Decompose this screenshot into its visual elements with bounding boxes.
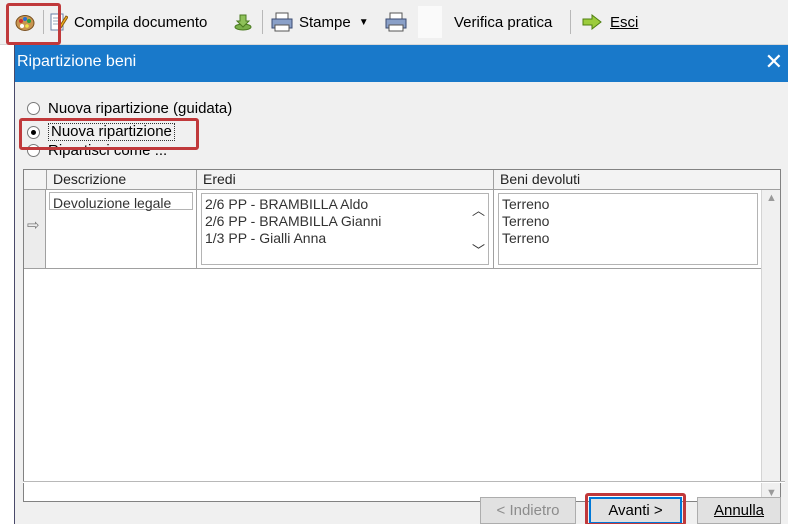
blank-icon-slot xyxy=(418,6,442,38)
ripartizione-grid[interactable]: Descrizione Eredi Beni devoluti ⇨ Devolu… xyxy=(23,169,781,502)
annulla-button[interactable]: Annulla xyxy=(697,497,781,524)
current-row-arrow-icon: ⇨ xyxy=(27,217,40,234)
arrow-right-icon xyxy=(582,14,602,30)
close-icon[interactable]: ✕ xyxy=(765,50,783,74)
compila-documento-label: Compila documento xyxy=(74,13,208,31)
eredi-listbox[interactable]: 2/6 PP - BRAMBILLA Aldo 2/6 PP - BRAMBIL… xyxy=(201,193,489,265)
compila-documento-button[interactable]: Compila documento xyxy=(50,9,207,35)
scroll-up-icon[interactable]: ▲ xyxy=(766,192,777,204)
erede-line: 1/3 PP - Gialli Anna xyxy=(205,230,327,246)
descrizione-field[interactable]: Devoluzione legale xyxy=(49,192,193,211)
descrizione-value: Devoluzione legale xyxy=(53,195,172,211)
toolbar-separator xyxy=(570,10,571,34)
radio-ripartisci-come[interactable]: Ripartisci come ... xyxy=(27,142,167,158)
row-selector[interactable]: ⇨ xyxy=(24,190,46,269)
dropdown-arrow-icon[interactable]: ▼ xyxy=(359,17,369,28)
chevron-down-icon[interactable]: ﹀ xyxy=(472,240,485,259)
radio-label: Nuova ripartizione xyxy=(48,123,175,141)
radio-button[interactable] xyxy=(27,102,40,115)
bene-line: Terreno xyxy=(502,213,550,229)
radio-nuova-ripartizione[interactable]: Nuova ripartizione xyxy=(27,123,175,141)
grid-header: Descrizione Eredi Beni devoluti xyxy=(24,170,780,190)
verifica-pratica-label: Verifica pratica xyxy=(454,13,553,31)
dialog-title: Ripartizione beni xyxy=(17,53,137,70)
esci-label: Esci xyxy=(610,13,639,31)
toolbar-separator xyxy=(43,10,44,34)
radio-nuova-guidata[interactable]: Nuova ripartizione (guidata) xyxy=(27,100,232,117)
download-icon[interactable] xyxy=(233,9,253,35)
ripartizione-dialog: Ripartizione beni ✕ Nuova ripartizione (… xyxy=(14,45,788,524)
stampe-button[interactable]: Stampe ▼ xyxy=(271,9,369,35)
cell-beni[interactable]: Terreno Terreno Terreno xyxy=(494,190,780,268)
table-row[interactable]: Devoluzione legale 2/6 PP - BRAMBILLA Al… xyxy=(46,190,780,269)
radio-label: Ripartisci come ... xyxy=(48,142,168,158)
cell-eredi[interactable]: 2/6 PP - BRAMBILLA Aldo 2/6 PP - BRAMBIL… xyxy=(197,190,494,268)
header-corner xyxy=(24,170,47,189)
dialog-titlebar: Ripartizione beni ✕ xyxy=(15,45,788,82)
radio-label: Nuova ripartizione (guidata) xyxy=(48,100,233,117)
print-icon[interactable] xyxy=(385,9,407,35)
bene-line: Terreno xyxy=(502,230,550,246)
footer-divider xyxy=(23,481,785,483)
grid-vertical-scrollbar[interactable]: ▲ ▼ xyxy=(761,190,780,501)
avanti-button[interactable]: Avanti > xyxy=(589,497,682,524)
listbox-scroll[interactable]: ︿ ﹀ xyxy=(472,200,485,260)
printer-icon xyxy=(271,12,293,32)
toolbar: Compila documento Stampe ▼ Verifica prat… xyxy=(0,0,788,45)
document-edit-icon xyxy=(50,12,68,32)
cell-descrizione[interactable]: Devoluzione legale xyxy=(46,190,197,268)
palette-icon[interactable] xyxy=(14,9,36,35)
esci-button[interactable]: Esci xyxy=(582,9,638,35)
bene-line: Terreno xyxy=(502,196,550,212)
beni-listbox[interactable]: Terreno Terreno Terreno xyxy=(498,193,758,265)
column-header-descrizione[interactable]: Descrizione xyxy=(47,170,197,189)
chevron-up-icon[interactable]: ︿ xyxy=(472,200,485,219)
radio-button[interactable] xyxy=(27,125,40,139)
verifica-pratica-button[interactable]: Verifica pratica xyxy=(454,9,552,35)
column-header-beni[interactable]: Beni devoluti xyxy=(494,170,780,189)
column-header-eredi[interactable]: Eredi xyxy=(197,170,494,189)
erede-line: 2/6 PP - BRAMBILLA Gianni xyxy=(205,213,382,229)
stampe-label: Stampe xyxy=(299,13,351,31)
erede-line: 2/6 PP - BRAMBILLA Aldo xyxy=(205,196,369,212)
indietro-button[interactable]: < Indietro xyxy=(480,497,576,524)
radio-button[interactable] xyxy=(27,143,40,157)
toolbar-separator xyxy=(262,10,263,34)
